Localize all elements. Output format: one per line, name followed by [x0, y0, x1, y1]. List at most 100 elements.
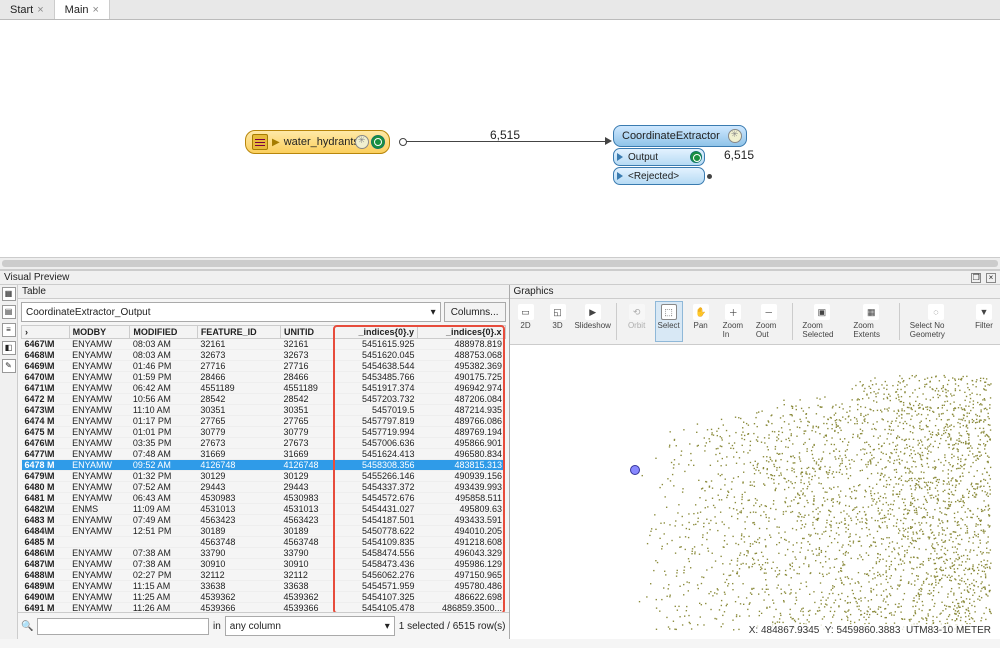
search-column-select[interactable]: any column ▾ [225, 616, 395, 636]
col-header[interactable]: MODIFIED [130, 326, 197, 339]
table-cell: 33790 [280, 548, 334, 559]
chevron-right-icon: ▶ [272, 137, 280, 148]
table-cell: 30779 [197, 427, 280, 438]
tab-start[interactable]: Start × [0, 0, 55, 19]
horizontal-scrollbar[interactable] [0, 257, 1000, 269]
map-view[interactable]: X: 484867.9345 Y: 5459860.3883 UTM83-10 … [510, 345, 1000, 639]
table-row[interactable]: 6476\MENYAMW03:35 PM27673276735457006.63… [22, 438, 506, 449]
inspect-icon[interactable] [690, 151, 702, 163]
col-header[interactable]: FEATURE_ID [197, 326, 280, 339]
table-cell: 33790 [197, 548, 280, 559]
table-row[interactable]: 6470\MENYAMW01:59 PM28466284665453485.76… [22, 372, 506, 383]
table-row[interactable]: 6479\MENYAMW01:32 PM30129301295455266.14… [22, 471, 506, 482]
sidebar-icon-3[interactable]: ≡ [2, 323, 16, 337]
table-row[interactable]: 6481 MENYAMW06:43 AM45309834530983545457… [22, 493, 506, 504]
table-row[interactable]: 6480 MENYAMW07:52 AM29443294435454337.37… [22, 482, 506, 493]
close-icon[interactable]: × [986, 273, 996, 283]
tool-slideshow[interactable]: ▶Slideshow [576, 301, 610, 342]
table-row[interactable]: 6491 MENYAMW11:26 AM45393664539366545410… [22, 603, 506, 613]
table-row[interactable]: 6483 MENYAMW07:49 AM45634234563423545418… [22, 515, 506, 526]
output-count: 6,515 [724, 148, 754, 162]
table-cell: 6491 M [22, 603, 70, 613]
table-cell: 5458473.436 [335, 559, 418, 570]
table-row[interactable]: 6488\MENYAMW02:27 PM32112321125456062.27… [22, 570, 506, 581]
table-row[interactable]: 6489\MENYAMW11:15 AM33638336385454571.95… [22, 581, 506, 592]
table-cell: 5456062.276 [335, 570, 418, 581]
tool-zoom-in[interactable]: ＋Zoom In [719, 301, 748, 342]
table-row[interactable]: 6486\MENYAMW07:38 AM33790337905458474.55… [22, 548, 506, 559]
table-cell: 31669 [197, 449, 280, 460]
table-row[interactable]: 6467\MENYAMW08:03 AM32161321615451615.92… [22, 339, 506, 350]
table-cell: 496580.834 [418, 449, 505, 460]
col-header[interactable]: _indices{0}.y [335, 326, 418, 339]
reader-node[interactable]: ▶ water_hydrants [245, 130, 390, 154]
restore-icon[interactable]: ❐ [971, 273, 981, 283]
tool-zoom-extents[interactable]: ▦Zoom Extents [849, 301, 893, 342]
tool-filter[interactable]: ▼Filter [970, 301, 998, 342]
inspect-icon[interactable] [371, 135, 385, 149]
col-header[interactable]: MODBY [69, 326, 130, 339]
port-output[interactable]: Output [613, 148, 705, 166]
close-icon[interactable]: × [93, 4, 99, 16]
table-cell: 4563748 [280, 537, 334, 548]
table-row[interactable]: 6468\MENYAMW08:03 AM32673326735451620.04… [22, 350, 506, 361]
table-row[interactable]: 6473\MENYAMW11:10 AM30351303515457019.54… [22, 405, 506, 416]
table-row[interactable]: 6478 MENYAMW09:52 AM41267484126748545830… [22, 460, 506, 471]
table-cell: 30351 [197, 405, 280, 416]
tool-select[interactable]: ⬚Select [655, 301, 683, 342]
tool-3d[interactable]: ◱3D [544, 301, 572, 342]
search-input[interactable] [37, 618, 209, 635]
sidebar-icon-1[interactable]: ▦ [2, 287, 16, 301]
table-cell: 6484\M [22, 526, 70, 537]
table-row[interactable]: 6484\MENYAMW12:51 PM30189301895450778.62… [22, 526, 506, 537]
table-row[interactable]: 6490\MENYAMW11:25 AM45393624539362545410… [22, 592, 506, 603]
close-icon[interactable]: × [37, 4, 43, 16]
table-row[interactable]: 6485 M456374845637485454109.835491218.60… [22, 537, 506, 548]
table-cell: 5451620.045 [335, 350, 418, 361]
tool-2d[interactable]: ▭2D [512, 301, 540, 342]
table-cell: ENYAMW [69, 592, 130, 603]
table-row[interactable]: 6477\MENYAMW07:48 AM31669316695451624.41… [22, 449, 506, 460]
table-cell: 5454638.544 [335, 361, 418, 372]
table-cell: 07:52 AM [130, 482, 197, 493]
table-cell: 07:49 AM [130, 515, 197, 526]
table-cell: 32673 [197, 350, 280, 361]
table-cell: 4539366 [280, 603, 334, 613]
table-row[interactable]: 6469\MENYAMW01:46 PM27716277165454638.54… [22, 361, 506, 372]
table-row[interactable]: 6471\MENYAMW06:42 AM45511894551189545191… [22, 383, 506, 394]
table-row[interactable]: 6472 MENYAMW10:56 AM28542285425457203.73… [22, 394, 506, 405]
table-cell: 30351 [280, 405, 334, 416]
col-header[interactable]: UNITID [280, 326, 334, 339]
tool-zoom-out[interactable]: －Zoom Out [752, 301, 786, 342]
sidebar-icon-4[interactable]: ◧ [2, 341, 16, 355]
sidebar-icon-5[interactable]: ✎ [2, 359, 16, 373]
table-cell: 6483 M [22, 515, 70, 526]
port-rejected[interactable]: <Rejected> [613, 167, 705, 185]
workflow-canvas[interactable]: ▶ water_hydrants 6,515 CoordinateExtract… [0, 20, 1000, 270]
sidebar-icon-2[interactable]: ▤ [2, 305, 16, 319]
table-row[interactable]: 6475 MENYAMW01:01 PM30779307795457719.99… [22, 427, 506, 438]
gear-icon[interactable] [355, 135, 369, 149]
table-cell: ENYAMW [69, 570, 130, 581]
col-header[interactable]: › [22, 326, 70, 339]
table-cell: 33638 [197, 581, 280, 592]
feature-type-select[interactable]: CoordinateExtractor_Output ▾ [21, 302, 441, 322]
table-pane-title: Table [18, 285, 509, 299]
table-row[interactable]: 6474 MENYAMW01:17 PM27765277655457797.81… [22, 416, 506, 427]
table-cell: 27765 [197, 416, 280, 427]
tool-orbit[interactable]: ⟲Orbit [623, 301, 651, 342]
table-cell: 6477\M [22, 449, 70, 460]
table-cell: 6474 M [22, 416, 70, 427]
tab-main[interactable]: Main × [55, 0, 110, 19]
table-cell: 32112 [280, 570, 334, 581]
table-cell: 07:38 AM [130, 559, 197, 570]
table-row[interactable]: 6487\MENYAMW07:38 AM30910309105458473.43… [22, 559, 506, 570]
table-cell: 495858.511 [418, 493, 505, 504]
tool-zoom-selected[interactable]: ▣Zoom Selected [798, 301, 845, 342]
tool-select-no-geom[interactable]: ◌Select No Geometry [906, 301, 966, 342]
gear-icon[interactable] [728, 129, 742, 143]
columns-button[interactable]: Columns... [444, 302, 506, 322]
table-row[interactable]: 6482\MENMS11:09 AM453101345310135454431.… [22, 504, 506, 515]
tool-pan[interactable]: ✋Pan [687, 301, 715, 342]
col-header[interactable]: _indices{0}.x [418, 326, 505, 339]
